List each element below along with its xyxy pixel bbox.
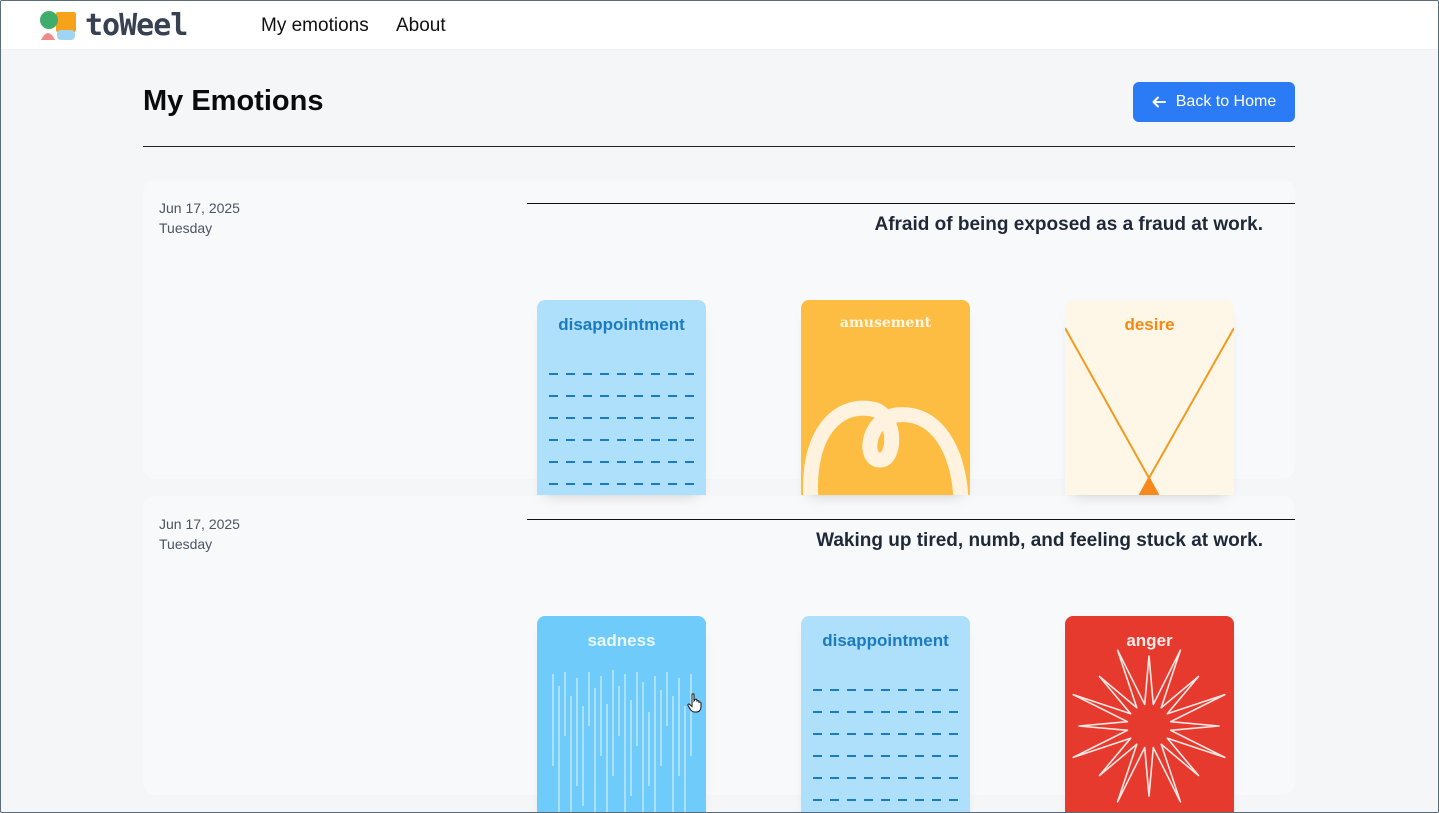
entry-divider (527, 203, 1295, 204)
top-nav: toWeel My emotions About (1, 1, 1438, 50)
page-title: My Emotions (143, 85, 324, 117)
entry-date: Jun 17, 2025 Tuesday (159, 198, 240, 238)
card-label: amusement (839, 315, 932, 331)
app-window: toWeel My emotions About My Emotions Bac… (0, 0, 1439, 813)
entry-date: Jun 17, 2025 Tuesday (159, 514, 240, 554)
back-to-home-button[interactable]: Back to Home (1133, 82, 1295, 122)
card-label: disappointment (822, 631, 949, 650)
entry-date-text: Jun 17, 2025 (159, 516, 240, 532)
emotion-card-sadness[interactable]: sadness (537, 616, 706, 812)
card-label: sadness (587, 631, 656, 650)
emotion-card-anger[interactable]: anger (1065, 616, 1234, 812)
emotion-card-disappointment[interactable]: disappointment (537, 300, 706, 495)
emotion-card-disappointment[interactable]: disappointment (801, 616, 970, 812)
back-button-label: Back to Home (1175, 93, 1277, 110)
entry-weekday: Tuesday (159, 220, 213, 236)
nav-link-my-emotions[interactable]: My emotions (261, 15, 369, 37)
hand-pointer-icon (687, 693, 702, 713)
card-label: anger (1126, 631, 1173, 650)
entry-weekday: Tuesday (159, 536, 213, 552)
emotion-card-desire[interactable]: desire (1065, 300, 1234, 495)
toweel-logo-icon[interactable] (39, 10, 79, 42)
entry-divider (527, 519, 1295, 520)
emotion-card-amusement[interactable]: amusement (801, 300, 970, 495)
entry-description: Afraid of being exposed as a fraud at wo… (874, 214, 1263, 235)
header-divider (143, 146, 1295, 147)
entry-date-text: Jun 17, 2025 (159, 200, 240, 216)
brand-name[interactable]: toWeel (85, 8, 188, 43)
arrow-left-icon (1152, 96, 1166, 108)
card-label: desire (1124, 315, 1175, 334)
card-label: disappointment (558, 315, 685, 334)
entry-description: Waking up tired, numb, and feeling stuck… (816, 530, 1263, 551)
nav-link-about[interactable]: About (396, 15, 446, 37)
